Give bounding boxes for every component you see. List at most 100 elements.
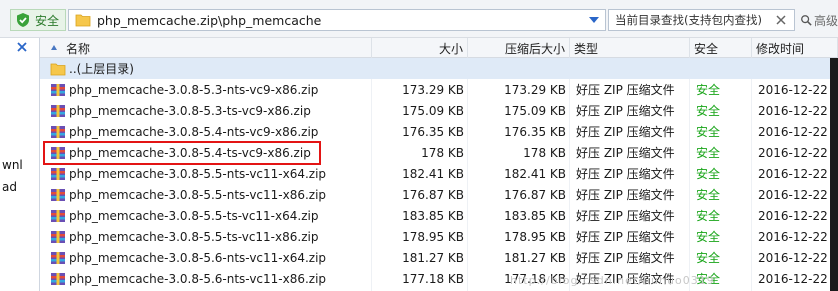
column-name[interactable]: 名称 (40, 38, 372, 58)
file-packed-size: 178 KB (523, 145, 566, 160)
search-icon (801, 15, 812, 26)
zip-archive-icon (51, 209, 65, 222)
zip-archive-icon (51, 125, 65, 138)
watermark-text: http://blog.csdn.net/liuhuo0319 (510, 274, 715, 287)
file-name: php_memcache-3.0.8-5.6-nts-vc11-x86.zip (69, 271, 327, 286)
file-name: php_memcache-3.0.8-5.6-nts-vc11-x64.zip (69, 250, 327, 265)
file-size: 178.95 KB (402, 229, 464, 244)
file-type: 好压 ZIP 压缩文件 (576, 125, 675, 139)
file-row[interactable]: php_memcache-3.0.8-5.5-nts-vc11-x64.zip 1… (40, 163, 830, 184)
file-type: 好压 ZIP 压缩文件 (576, 167, 675, 181)
file-modified-time: 2016-12-22 ( (758, 103, 830, 118)
file-type: 好压 ZIP 压缩文件 (576, 188, 675, 202)
search-placeholder: 当前目录查找(支持包内查找) (615, 13, 762, 27)
file-security-status: 安全 (696, 209, 721, 223)
folder-icon (75, 14, 91, 27)
zip-archive-icon (51, 104, 65, 117)
file-packed-size: 182.41 KB (504, 166, 566, 181)
file-modified-time: 2016-12-22 ( (758, 271, 830, 286)
zip-archive-icon (51, 251, 65, 264)
file-modified-time: 2016-12-22 ( (758, 166, 830, 181)
file-security-status: 安全 (696, 251, 721, 265)
file-packed-size: 176.35 KB (504, 124, 566, 139)
file-name: php_memcache-3.0.8-5.3-nts-vc9-x86.zip (69, 82, 319, 97)
sort-up-icon (51, 45, 57, 50)
file-packed-size: 175.09 KB (504, 103, 566, 118)
close-icon[interactable] (16, 41, 28, 53)
file-size: 178 KB (421, 145, 464, 160)
close-icon[interactable] (774, 13, 788, 27)
file-security-status: 安全 (696, 230, 721, 244)
column-type[interactable]: 类型 (570, 38, 690, 58)
file-size: 176.35 KB (402, 124, 464, 139)
file-security-status: 安全 (696, 125, 721, 139)
file-name: php_memcache-3.0.8-5.4-ts-vc9-x86.zip (69, 145, 311, 160)
file-type: 好压 ZIP 压缩文件 (576, 209, 675, 223)
file-security-status: 安全 (696, 83, 721, 97)
file-type: 好压 ZIP 压缩文件 (576, 83, 675, 97)
zip-archive-icon (51, 83, 65, 96)
file-row[interactable]: php_memcache-3.0.8-5.4-ts-vc9-x86.zip 178… (40, 142, 830, 163)
file-modified-time: 2016-12-22 ( (758, 250, 830, 265)
file-name: php_memcache-3.0.8-5.5-ts-vc11-x86.zip (69, 229, 319, 244)
file-size: 183.85 KB (402, 208, 464, 223)
file-type: 好压 ZIP 压缩文件 (576, 146, 675, 160)
zip-archive-icon (51, 230, 65, 243)
file-name: php_memcache-3.0.8-5.5-ts-vc11-x64.zip (69, 208, 319, 223)
column-size[interactable]: 大小 (372, 38, 468, 58)
advanced-search-button[interactable]: 高级 (798, 9, 838, 31)
file-row[interactable]: php_memcache-3.0.8-5.3-nts-vc9-x86.zip 17… (40, 79, 830, 100)
file-row[interactable]: php_memcache-3.0.8-5.5-nts-vc11-x86.zip 1… (40, 184, 830, 205)
search-input[interactable]: 当前目录查找(支持包内查找) (608, 9, 795, 31)
file-security-status: 安全 (696, 104, 721, 118)
left-text-fragment: ad (2, 180, 17, 194)
vertical-scrollbar[interactable] (830, 58, 838, 291)
chevron-down-icon[interactable] (589, 17, 599, 23)
file-name: php_memcache-3.0.8-5.4-nts-vc9-x86.zip (69, 124, 319, 139)
file-modified-time: 2016-12-22 ( (758, 124, 830, 139)
file-type: 好压 ZIP 压缩文件 (576, 104, 675, 118)
path-combobox[interactable]: php_memcache.zip\php_memcache (68, 9, 606, 31)
file-packed-size: 181.27 KB (504, 250, 566, 265)
file-security-status: 安全 (696, 146, 721, 160)
left-text-fragment: wnl (2, 158, 23, 172)
file-modified-time: 2016-12-22 ( (758, 82, 830, 97)
column-security[interactable]: 安全 (690, 38, 752, 58)
file-modified-time: 2016-12-22 ( (758, 187, 830, 202)
file-security-status: 安全 (696, 188, 721, 202)
file-security-status: 安全 (696, 167, 721, 181)
shield-check-icon (17, 13, 29, 27)
file-packed-size: 176.87 KB (504, 187, 566, 202)
file-packed-size: 178.95 KB (504, 229, 566, 244)
address-bar: 安全 php_memcache.zip\php_memcache 当前目录查找(… (0, 0, 838, 38)
path-text: php_memcache.zip\php_memcache (97, 12, 322, 28)
file-name: php_memcache-3.0.8-5.3-ts-vc9-x86.zip (69, 103, 311, 118)
file-modified-time: 2016-12-22 ( (758, 145, 830, 160)
file-row[interactable]: php_memcache-3.0.8-5.5-ts-vc11-x64.zip 18… (40, 205, 830, 226)
zip-archive-icon (51, 146, 65, 159)
file-size: 181.27 KB (402, 250, 464, 265)
zip-archive-icon (51, 272, 65, 285)
column-header: 名称 大小 压缩后大小 类型 安全 修改时间 (40, 38, 838, 58)
file-type: 好压 ZIP 压缩文件 (576, 230, 675, 244)
column-modified[interactable]: 修改时间 (752, 38, 838, 58)
file-list: ..(上层目录) php_memcache-3.0.8-5.3-nts-vc9-… (40, 58, 830, 291)
file-type: 好压 ZIP 压缩文件 (576, 251, 675, 265)
file-modified-time: 2016-12-22 ( (758, 229, 830, 244)
file-row[interactable]: php_memcache-3.0.8-5.3-ts-vc9-x86.zip 175… (40, 100, 830, 121)
file-row[interactable]: php_memcache-3.0.8-5.5-ts-vc11-x86.zip 17… (40, 226, 830, 247)
file-size: 177.18 KB (402, 271, 464, 286)
column-packed-size[interactable]: 压缩后大小 (468, 38, 570, 58)
advanced-label: 高级 (813, 13, 838, 28)
folder-icon (50, 63, 66, 75)
file-packed-size: 173.29 KB (504, 82, 566, 97)
file-modified-time: 2016-12-22 ( (758, 208, 830, 223)
file-row[interactable]: php_memcache-3.0.8-5.6-nts-vc11-x64.zip 1… (40, 247, 830, 268)
file-size: 182.41 KB (402, 166, 464, 181)
parent-directory-row[interactable]: ..(上层目录) (40, 58, 830, 79)
file-row[interactable]: php_memcache-3.0.8-5.4-nts-vc9-x86.zip 17… (40, 121, 830, 142)
security-label: 安全 (35, 13, 60, 28)
left-panel: wnl ad (0, 38, 40, 291)
security-indicator[interactable]: 安全 (10, 9, 66, 31)
file-size: 176.87 KB (402, 187, 464, 202)
